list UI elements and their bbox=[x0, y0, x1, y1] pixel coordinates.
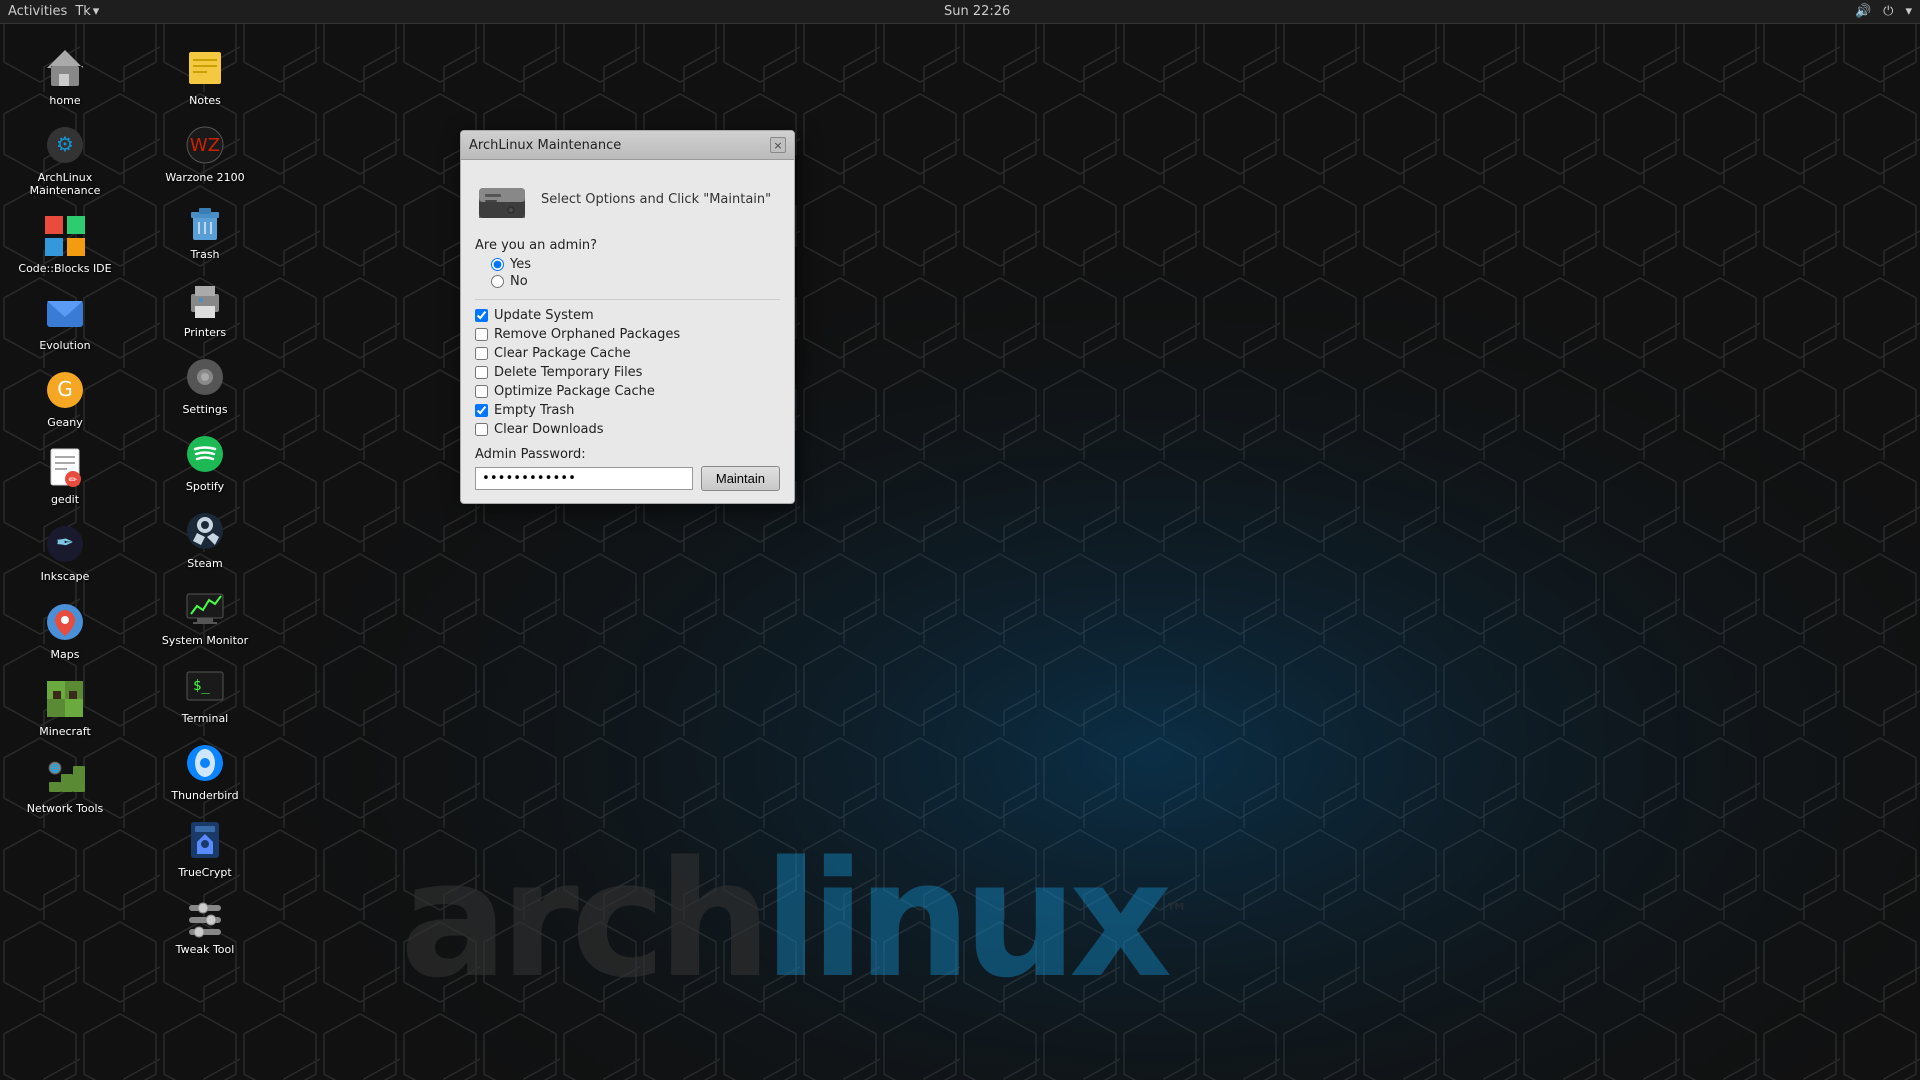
radio-no-label[interactable]: No bbox=[510, 274, 528, 289]
checkbox-label-optimize-package-cache[interactable]: Optimize Package Cache bbox=[494, 384, 655, 399]
separator-1 bbox=[475, 299, 780, 300]
checkbox-label-clear-package-cache[interactable]: Clear Package Cache bbox=[494, 346, 631, 361]
modal-body: Select Options and Click "Maintain" Are … bbox=[461, 160, 794, 503]
admin-section: Are you an admin? Yes No bbox=[475, 238, 780, 289]
checkbox-label-clear-downloads[interactable]: Clear Downloads bbox=[494, 422, 604, 437]
desktop: archlinux™ Activities Tk ▾ Sun 22:26 🔊 ⏻… bbox=[0, 0, 1920, 1080]
password-row: Maintain bbox=[475, 466, 780, 491]
checkbox-row-empty-trash: Empty Trash bbox=[475, 403, 780, 418]
modal-title: ArchLinux Maintenance bbox=[469, 138, 621, 153]
radio-yes-row: Yes bbox=[491, 257, 780, 272]
radio-no[interactable] bbox=[491, 275, 504, 288]
password-label: Admin Password: bbox=[475, 447, 780, 462]
password-section: Admin Password: Maintain bbox=[475, 447, 780, 491]
modal-header-row: Select Options and Click "Maintain" bbox=[475, 172, 780, 226]
radio-yes[interactable] bbox=[491, 258, 504, 271]
checkbox-clear-downloads[interactable] bbox=[475, 423, 488, 436]
radio-group: Yes No bbox=[475, 257, 780, 289]
modal-titlebar: ArchLinux Maintenance × bbox=[461, 131, 794, 160]
checkbox-empty-trash[interactable] bbox=[475, 404, 488, 417]
checkbox-row-clear-package-cache: Clear Package Cache bbox=[475, 346, 780, 361]
checkbox-optimize-package-cache[interactable] bbox=[475, 385, 488, 398]
modal-close-button[interactable]: × bbox=[770, 137, 786, 153]
radio-yes-label[interactable]: Yes bbox=[510, 257, 531, 272]
archlinux-maintenance-dialog: ArchLinux Maintenance × bbox=[460, 130, 795, 504]
checkbox-update-system[interactable] bbox=[475, 309, 488, 322]
modal-overlay: ArchLinux Maintenance × bbox=[0, 0, 1920, 1080]
checkbox-row-optimize-package-cache: Optimize Package Cache bbox=[475, 384, 780, 399]
checkbox-label-delete-temp[interactable]: Delete Temporary Files bbox=[494, 365, 642, 380]
checkbox-label-empty-trash[interactable]: Empty Trash bbox=[494, 403, 574, 418]
checkbox-clear-package-cache[interactable] bbox=[475, 347, 488, 360]
checkbox-label-remove-orphaned[interactable]: Remove Orphaned Packages bbox=[494, 327, 680, 342]
checkbox-remove-orphaned[interactable] bbox=[475, 328, 488, 341]
checkbox-delete-temp[interactable] bbox=[475, 366, 488, 379]
modal-subtitle: Select Options and Click "Maintain" bbox=[541, 192, 771, 207]
checkbox-row-delete-temp: Delete Temporary Files bbox=[475, 365, 780, 380]
admin-question: Are you an admin? bbox=[475, 238, 780, 253]
checkbox-row-remove-orphaned: Remove Orphaned Packages bbox=[475, 327, 780, 342]
radio-no-row: No bbox=[491, 274, 780, 289]
maintain-button[interactable]: Maintain bbox=[701, 466, 780, 491]
password-input[interactable] bbox=[475, 467, 693, 490]
checkbox-row-clear-downloads: Clear Downloads bbox=[475, 422, 780, 437]
checkbox-row-update-system: Update System bbox=[475, 308, 780, 323]
checkbox-label-update-system[interactable]: Update System bbox=[494, 308, 594, 323]
modal-app-icon bbox=[475, 172, 529, 226]
checkbox-section: Update System Remove Orphaned Packages Cle… bbox=[475, 308, 780, 437]
